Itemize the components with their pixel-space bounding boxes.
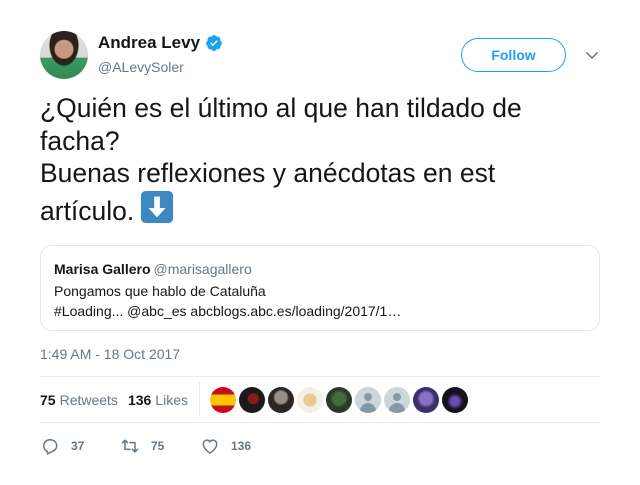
retweet-count: 75: [151, 439, 165, 453]
author-avatar[interactable]: [40, 31, 88, 79]
tweet-line: Buenas reflexiones y anécdotas en est: [40, 158, 496, 188]
author-display-name[interactable]: Andrea Levy: [98, 33, 200, 53]
liker-avatar[interactable]: [325, 386, 352, 413]
tweet-line-last: artículo.: [40, 190, 600, 228]
retweets-stat[interactable]: 75 Retweets: [40, 392, 118, 408]
reply-count: 37: [71, 439, 85, 453]
tweet-timestamp[interactable]: 1:49 AM - 18 Oct 2017: [40, 346, 180, 362]
liker-avatar[interactable]: [296, 386, 323, 413]
retweet-icon: [121, 439, 139, 453]
likes-stat[interactable]: 136 Likes: [128, 392, 188, 408]
quoted-tweet-header: Marisa Gallero @marisagallero: [54, 260, 586, 278]
like-button[interactable]: 136: [200, 436, 251, 456]
quoted-tweet-line: Pongamos que hablo de Cataluña: [54, 283, 266, 299]
liker-avatar[interactable]: [267, 386, 294, 413]
reply-button[interactable]: 37: [40, 436, 120, 456]
stats-divider: [198, 382, 200, 417]
quoted-author-name: Marisa Gallero: [54, 261, 151, 277]
retweets-count: 75: [40, 391, 56, 408]
author-handle[interactable]: @ALevySoler: [98, 59, 184, 75]
liker-avatar[interactable]: [209, 386, 236, 413]
reply-icon: [43, 439, 58, 455]
like-count: 136: [231, 439, 252, 453]
quoted-tweet-text: Pongamos que hablo de Cataluña #Loading.…: [54, 281, 586, 321]
quoted-author-handle: @marisagallero: [153, 261, 252, 277]
chevron-down-icon[interactable]: [583, 46, 601, 64]
liker-avatar[interactable]: [238, 386, 265, 413]
tweet-text: ¿Quién es el último al que han tildado d…: [40, 92, 600, 227]
liker-avatar[interactable]: [441, 386, 468, 413]
quoted-tweet[interactable]: Marisa Gallero @marisagallero Pongamos qu…: [40, 245, 600, 331]
verified-badge-icon: [206, 35, 222, 51]
liker-avatar[interactable]: [412, 386, 439, 413]
tweet-line: facha?: [40, 125, 120, 156]
tweet-line: ¿Quién es el último al que han tildado d…: [40, 93, 522, 123]
tweet-line-text: artículo.: [40, 195, 135, 226]
liker-avatar-default[interactable]: [354, 386, 381, 413]
tweet-actions: 37 75 136: [40, 436, 251, 456]
likes-count: 136: [127, 391, 152, 408]
liker-avatar-default[interactable]: [383, 386, 410, 413]
tweet-stats: 75 Retweets 136 Likes: [40, 376, 600, 423]
down-arrow-emoji-icon: [141, 190, 174, 223]
retweet-button[interactable]: 75: [120, 436, 200, 456]
quoted-tweet-line: #Loading... @abc_es abcblogs.abc.es/load…: [54, 303, 402, 319]
follow-button[interactable]: Follow: [461, 38, 566, 72]
likers-avatars: [209, 386, 468, 413]
retweets-label: Retweets: [59, 391, 118, 408]
author-name-row: Andrea Levy: [98, 33, 223, 53]
likes-label: Likes: [155, 391, 188, 408]
heart-icon: [202, 439, 218, 454]
